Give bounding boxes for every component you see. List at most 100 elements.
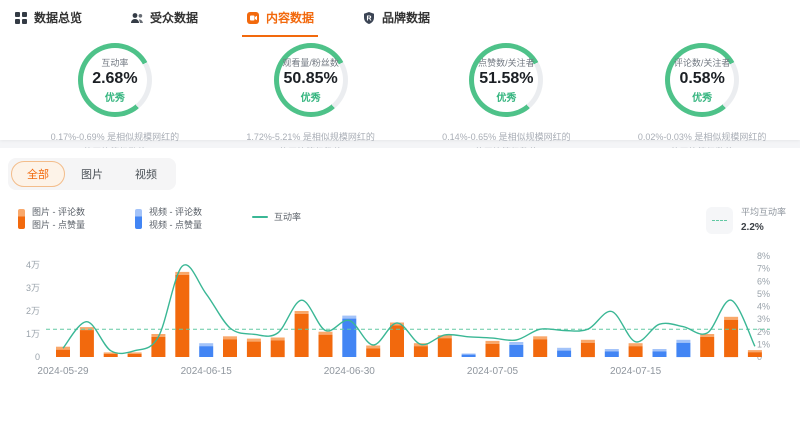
bar-video[interactable] [605, 349, 619, 357]
metric-rating: 优秀 [496, 89, 516, 104]
metric-card-engagement-rate: 互动率 2.68% 优秀 0.17%-0.69% 是相似规模网红的的平均等级数值 [17, 43, 213, 161]
svg-text:3万: 3万 [26, 283, 40, 293]
content-chart-card: 全部 图片 视频 图片 - 评论数 图片 - 点赞量 视频 - 评论数 视频 -… [0, 148, 800, 425]
svg-text:2%: 2% [757, 327, 770, 337]
metric-card-comments-followers: 评论数/关注者 0.58% 优秀 0.02%-0.03% 是相似规模网红的的平均… [604, 43, 800, 161]
svg-text:R: R [367, 15, 372, 22]
metric-value: 50.85% [283, 70, 337, 88]
bar-video[interactable] [462, 354, 476, 358]
nav-item-audience-data[interactable]: 受众数据 [126, 9, 202, 37]
bar-image[interactable] [438, 335, 452, 357]
tab-image[interactable]: 图片 [65, 161, 119, 187]
tab-video[interactable]: 视频 [119, 161, 173, 187]
legend-video-comments: 视频 - 评论数 [149, 207, 202, 217]
svg-text:7%: 7% [757, 264, 770, 274]
metric-value: 51.58% [479, 70, 533, 88]
bar-image[interactable] [175, 272, 189, 357]
metric-card-likes-followers: 点赞数/关注者 51.58% 优秀 0.14%-0.65% 是相似规模网红的的平… [409, 43, 605, 161]
bar-image[interactable] [128, 352, 142, 357]
tab-all[interactable]: 全部 [11, 161, 65, 187]
metric-title: 点赞数/关注者 [478, 56, 535, 69]
legend-image-comments: 图片 - 评论数 [32, 207, 85, 217]
bar-image[interactable] [56, 347, 70, 357]
content-type-tabs: 全部 图片 视频 [8, 158, 176, 190]
gauge-ring: 点赞数/关注者 51.58% 优秀 [469, 43, 543, 117]
gauge-ring: 观看量/粉丝数 50.85% 优秀 [274, 43, 348, 117]
bar-video[interactable] [676, 340, 690, 357]
legend-video-series[interactable]: 视频 - 评论数 视频 - 点赞量 [135, 206, 202, 232]
bar-video[interactable] [199, 343, 213, 357]
bar-image[interactable] [581, 340, 595, 357]
bar-image[interactable] [486, 341, 500, 357]
metric-rating: 优秀 [692, 89, 712, 104]
bar-image[interactable] [390, 323, 404, 358]
svg-text:0: 0 [35, 352, 40, 362]
svg-text:1%: 1% [757, 339, 770, 349]
summary-card: 数据总览 受众数据 内容数据 R 品牌数据 互动率 2.68% [0, 0, 800, 140]
svg-text:4万: 4万 [26, 260, 40, 270]
nav-label: 内容数据 [266, 9, 314, 26]
svg-text:8%: 8% [757, 251, 770, 261]
nav-label: 数据总览 [34, 9, 82, 26]
bar-image[interactable] [295, 311, 309, 357]
bar-image[interactable] [80, 327, 94, 357]
bar-image[interactable] [319, 332, 333, 357]
audience-icon [130, 11, 144, 25]
nav-label: 受众数据 [150, 9, 198, 26]
svg-text:2024-07-05: 2024-07-05 [467, 366, 519, 377]
nav-item-data-overview[interactable]: 数据总览 [10, 9, 86, 37]
gauge-ring: 互动率 2.68% 优秀 [78, 43, 152, 117]
bar-image[interactable] [271, 338, 285, 358]
metric-gauges-row: 互动率 2.68% 优秀 0.17%-0.69% 是相似规模网红的的平均等级数值… [17, 43, 800, 161]
dashed-line-icon [706, 207, 733, 234]
nav-label: 品牌数据 [382, 9, 430, 26]
bar-image[interactable] [629, 343, 643, 357]
video-bar-swatch [135, 209, 142, 229]
gauge-ring: 评论数/关注者 0.58% 优秀 [665, 43, 739, 117]
bar-image[interactable] [223, 336, 237, 357]
svg-text:2024-06-15: 2024-06-15 [181, 366, 233, 377]
bar-video[interactable] [653, 349, 667, 357]
svg-text:4%: 4% [757, 302, 770, 312]
bar-video[interactable] [509, 342, 523, 357]
legend-image-likes: 图片 - 点赞量 [32, 220, 85, 230]
average-rate-value: 2.2% [741, 222, 764, 233]
legend-rate-line[interactable]: 互动率 [252, 210, 301, 223]
svg-text:6%: 6% [757, 276, 770, 286]
metric-value: 2.68% [92, 70, 137, 88]
content-icon [246, 11, 260, 25]
svg-text:3%: 3% [757, 314, 770, 324]
nav-item-content-data[interactable]: 内容数据 [242, 9, 318, 37]
nav-item-brand-data[interactable]: R 品牌数据 [358, 9, 434, 37]
bar-image[interactable] [700, 334, 714, 357]
metric-rating: 优秀 [301, 89, 321, 104]
metric-title: 互动率 [101, 56, 128, 69]
legend-image-series[interactable]: 图片 - 评论数 图片 - 点赞量 [18, 206, 85, 232]
metric-title: 评论数/关注者 [674, 56, 731, 69]
grid-icon [14, 11, 28, 25]
metric-card-views-followers: 观看量/粉丝数 50.85% 优秀 1.72%-5.21% 是相似规模网红的的平… [213, 43, 409, 161]
brand-shield-icon: R [362, 11, 376, 25]
bar-video[interactable] [557, 348, 571, 357]
chart-legend: 图片 - 评论数 图片 - 点赞量 视频 - 评论数 视频 - 点赞量 互动率 … [18, 206, 786, 235]
average-rate-legend: 平均互动率 2.2% [706, 206, 786, 235]
bar-image[interactable] [748, 350, 762, 357]
metric-value: 0.58% [679, 70, 724, 88]
svg-text:5%: 5% [757, 289, 770, 299]
bar-image[interactable] [366, 346, 380, 358]
rate-line-swatch [252, 216, 268, 218]
metric-rating: 优秀 [105, 89, 125, 104]
bar-image[interactable] [414, 343, 428, 357]
svg-text:2024-06-30: 2024-06-30 [324, 366, 376, 377]
engagement-bar-line-chart[interactable]: 4万3万2万1万08%7%6%5%4%3%2%1%02024-05-292024… [0, 243, 800, 385]
svg-text:2024-07-15: 2024-07-15 [610, 366, 662, 377]
bar-image[interactable] [247, 339, 261, 357]
bar-image[interactable] [724, 317, 738, 357]
svg-text:2万: 2万 [26, 306, 40, 316]
metric-title: 观看量/粉丝数 [282, 56, 339, 69]
bar-image[interactable] [533, 336, 547, 357]
image-bar-swatch [18, 209, 25, 229]
svg-text:2024-05-29: 2024-05-29 [37, 366, 89, 377]
top-nav: 数据总览 受众数据 内容数据 R 品牌数据 [0, 0, 800, 37]
legend-video-likes: 视频 - 点赞量 [149, 220, 202, 230]
